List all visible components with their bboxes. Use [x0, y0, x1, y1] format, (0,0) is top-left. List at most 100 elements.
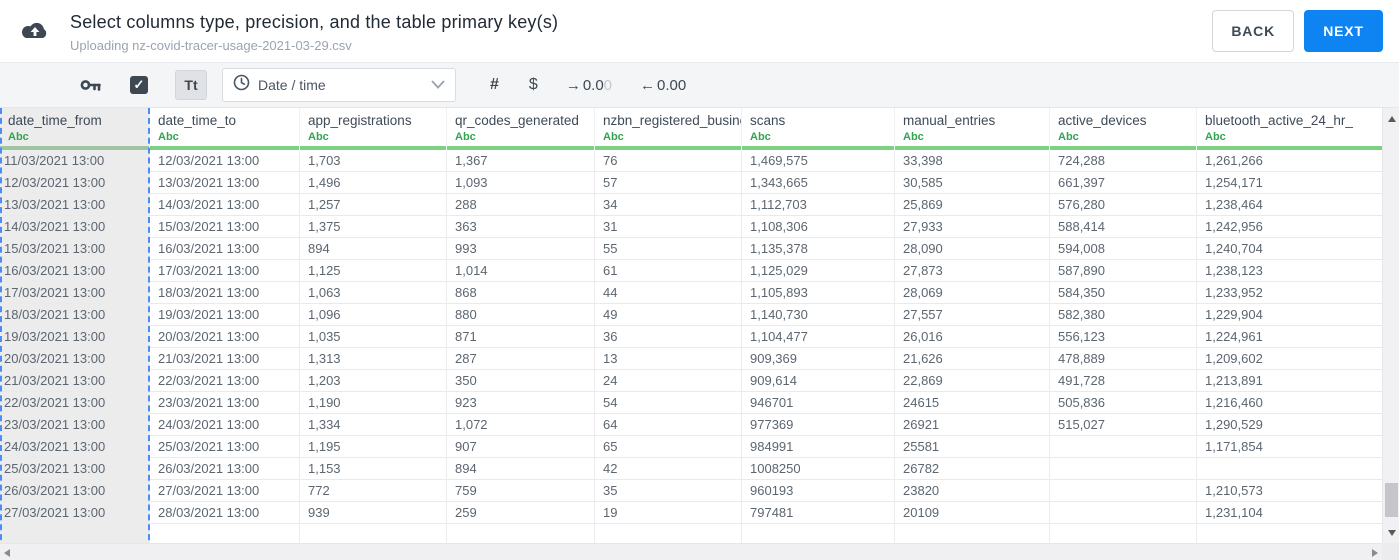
table-cell[interactable]: 64 [595, 414, 742, 436]
table-cell[interactable]: 31 [595, 216, 742, 238]
table-cell[interactable]: 505,836 [1050, 392, 1197, 414]
table-cell[interactable] [1050, 480, 1197, 502]
table-cell[interactable]: 19 [595, 502, 742, 524]
table-cell[interactable]: 960193 [742, 480, 895, 502]
table-cell[interactable]: 1,242,956 [1197, 216, 1382, 238]
back-button[interactable]: BACK [1212, 10, 1294, 52]
table-cell[interactable]: 1,703 [300, 150, 447, 172]
table-cell[interactable]: 12/03/2021 13:00 [150, 150, 300, 172]
table-cell[interactable]: 13/03/2021 13:00 [0, 194, 150, 216]
table-cell[interactable]: 1,496 [300, 172, 447, 194]
table-cell[interactable]: 1,135,378 [742, 238, 895, 260]
table-cell[interactable]: 584,350 [1050, 282, 1197, 304]
scroll-down-arrow-icon[interactable] [1383, 524, 1399, 541]
text-type-button[interactable]: Tt [175, 70, 207, 100]
table-cell[interactable]: 1,343,665 [742, 172, 895, 194]
table-cell[interactable]: 515,027 [1050, 414, 1197, 436]
table-cell[interactable]: 1,224,961 [1197, 326, 1382, 348]
table-cell[interactable]: 1,229,904 [1197, 304, 1382, 326]
table-cell[interactable]: 25/03/2021 13:00 [0, 458, 150, 480]
table-cell[interactable]: 894 [447, 458, 595, 480]
table-cell[interactable]: 1,125,029 [742, 260, 895, 282]
table-cell[interactable]: 21,626 [895, 348, 1050, 370]
table-cell[interactable]: 27,933 [895, 216, 1050, 238]
table-cell[interactable]: 20/03/2021 13:00 [150, 326, 300, 348]
table-cell[interactable]: 24615 [895, 392, 1050, 414]
table-cell[interactable]: 868 [447, 282, 595, 304]
table-cell[interactable]: 491,728 [1050, 370, 1197, 392]
primary-key-icon[interactable] [80, 77, 102, 93]
table-cell[interactable]: 14/03/2021 13:00 [0, 216, 150, 238]
table-cell[interactable]: 18/03/2021 13:00 [150, 282, 300, 304]
table-cell[interactable]: 1,210,573 [1197, 480, 1382, 502]
table-cell[interactable]: 1,209,602 [1197, 348, 1382, 370]
column-header-scans[interactable]: scans Abc [742, 108, 895, 146]
table-cell[interactable]: 23820 [895, 480, 1050, 502]
table-cell[interactable]: 54 [595, 392, 742, 414]
table-cell[interactable]: 661,397 [1050, 172, 1197, 194]
column-checked-checkbox[interactable] [130, 76, 148, 94]
table-cell[interactable]: 1,231,104 [1197, 502, 1382, 524]
table-cell[interactable]: 55 [595, 238, 742, 260]
column-type-dropdown[interactable]: Date / time [222, 68, 456, 102]
table-cell[interactable]: 1,096 [300, 304, 447, 326]
table-cell[interactable]: 26,016 [895, 326, 1050, 348]
table-cell[interactable]: 24/03/2021 13:00 [150, 414, 300, 436]
decrease-decimal-button[interactable]: ← 0.00 [640, 77, 686, 94]
table-cell[interactable]: 26782 [895, 458, 1050, 480]
table-cell[interactable]: 25/03/2021 13:00 [150, 436, 300, 458]
table-cell[interactable]: 594,008 [1050, 238, 1197, 260]
table-cell[interactable]: 1,063 [300, 282, 447, 304]
table-cell[interactable]: 35 [595, 480, 742, 502]
table-cell[interactable]: 30,585 [895, 172, 1050, 194]
table-cell[interactable]: 27,873 [895, 260, 1050, 282]
number-type-icon[interactable]: # [490, 76, 499, 94]
table-cell[interactable]: 759 [447, 480, 595, 502]
table-cell[interactable]: 27/03/2021 13:00 [0, 502, 150, 524]
table-cell[interactable]: 20109 [895, 502, 1050, 524]
table-cell[interactable]: 909,614 [742, 370, 895, 392]
table-cell[interactable]: 1,254,171 [1197, 172, 1382, 194]
column-header-date_time_from[interactable]: date_time_from Abc [0, 108, 150, 146]
column-header-app_registrations[interactable]: app_registrations Abc [300, 108, 447, 146]
table-cell[interactable]: 939 [300, 502, 447, 524]
table-cell[interactable]: 1,072 [447, 414, 595, 436]
table-cell[interactable]: 363 [447, 216, 595, 238]
table-cell[interactable]: 880 [447, 304, 595, 326]
scroll-left-arrow-icon[interactable] [4, 544, 10, 560]
table-cell[interactable]: 797481 [742, 502, 895, 524]
currency-type-icon[interactable]: $ [529, 76, 538, 94]
table-cell[interactable]: 20/03/2021 13:00 [0, 348, 150, 370]
table-cell[interactable]: 1,367 [447, 150, 595, 172]
table-cell[interactable]: 21/03/2021 13:00 [150, 348, 300, 370]
table-cell[interactable]: 24 [595, 370, 742, 392]
table-cell[interactable]: 12/03/2021 13:00 [0, 172, 150, 194]
column-header-bluetooth_active_24_hr_[interactable]: bluetooth_active_24_hr_ Abc [1197, 108, 1382, 146]
table-cell[interactable]: 923 [447, 392, 595, 414]
table-cell[interactable]: 22,869 [895, 370, 1050, 392]
table-cell[interactable]: 19/03/2021 13:00 [150, 304, 300, 326]
table-cell[interactable]: 1,171,854 [1197, 436, 1382, 458]
table-cell[interactable]: 22/03/2021 13:00 [0, 392, 150, 414]
table-cell[interactable]: 724,288 [1050, 150, 1197, 172]
scroll-up-arrow-icon[interactable] [1383, 110, 1399, 127]
table-cell[interactable]: 1,195 [300, 436, 447, 458]
table-cell[interactable]: 1,112,703 [742, 194, 895, 216]
table-cell[interactable]: 1,334 [300, 414, 447, 436]
table-cell[interactable]: 65 [595, 436, 742, 458]
table-cell[interactable]: 1,257 [300, 194, 447, 216]
table-cell[interactable] [1050, 458, 1197, 480]
table-cell[interactable]: 28,069 [895, 282, 1050, 304]
table-cell[interactable]: 28,090 [895, 238, 1050, 260]
table-cell[interactable]: 582,380 [1050, 304, 1197, 326]
table-cell[interactable]: 1,375 [300, 216, 447, 238]
table-cell[interactable]: 61 [595, 260, 742, 282]
next-button[interactable]: NEXT [1304, 10, 1383, 52]
table-cell[interactable]: 977369 [742, 414, 895, 436]
table-cell[interactable]: 26/03/2021 13:00 [150, 458, 300, 480]
vertical-scrollbar[interactable] [1382, 108, 1399, 543]
table-cell[interactable]: 49 [595, 304, 742, 326]
table-cell[interactable]: 993 [447, 238, 595, 260]
table-cell[interactable]: 25581 [895, 436, 1050, 458]
column-header-nzbn_registered_busine[interactable]: nzbn_registered_busine Abc [595, 108, 742, 146]
